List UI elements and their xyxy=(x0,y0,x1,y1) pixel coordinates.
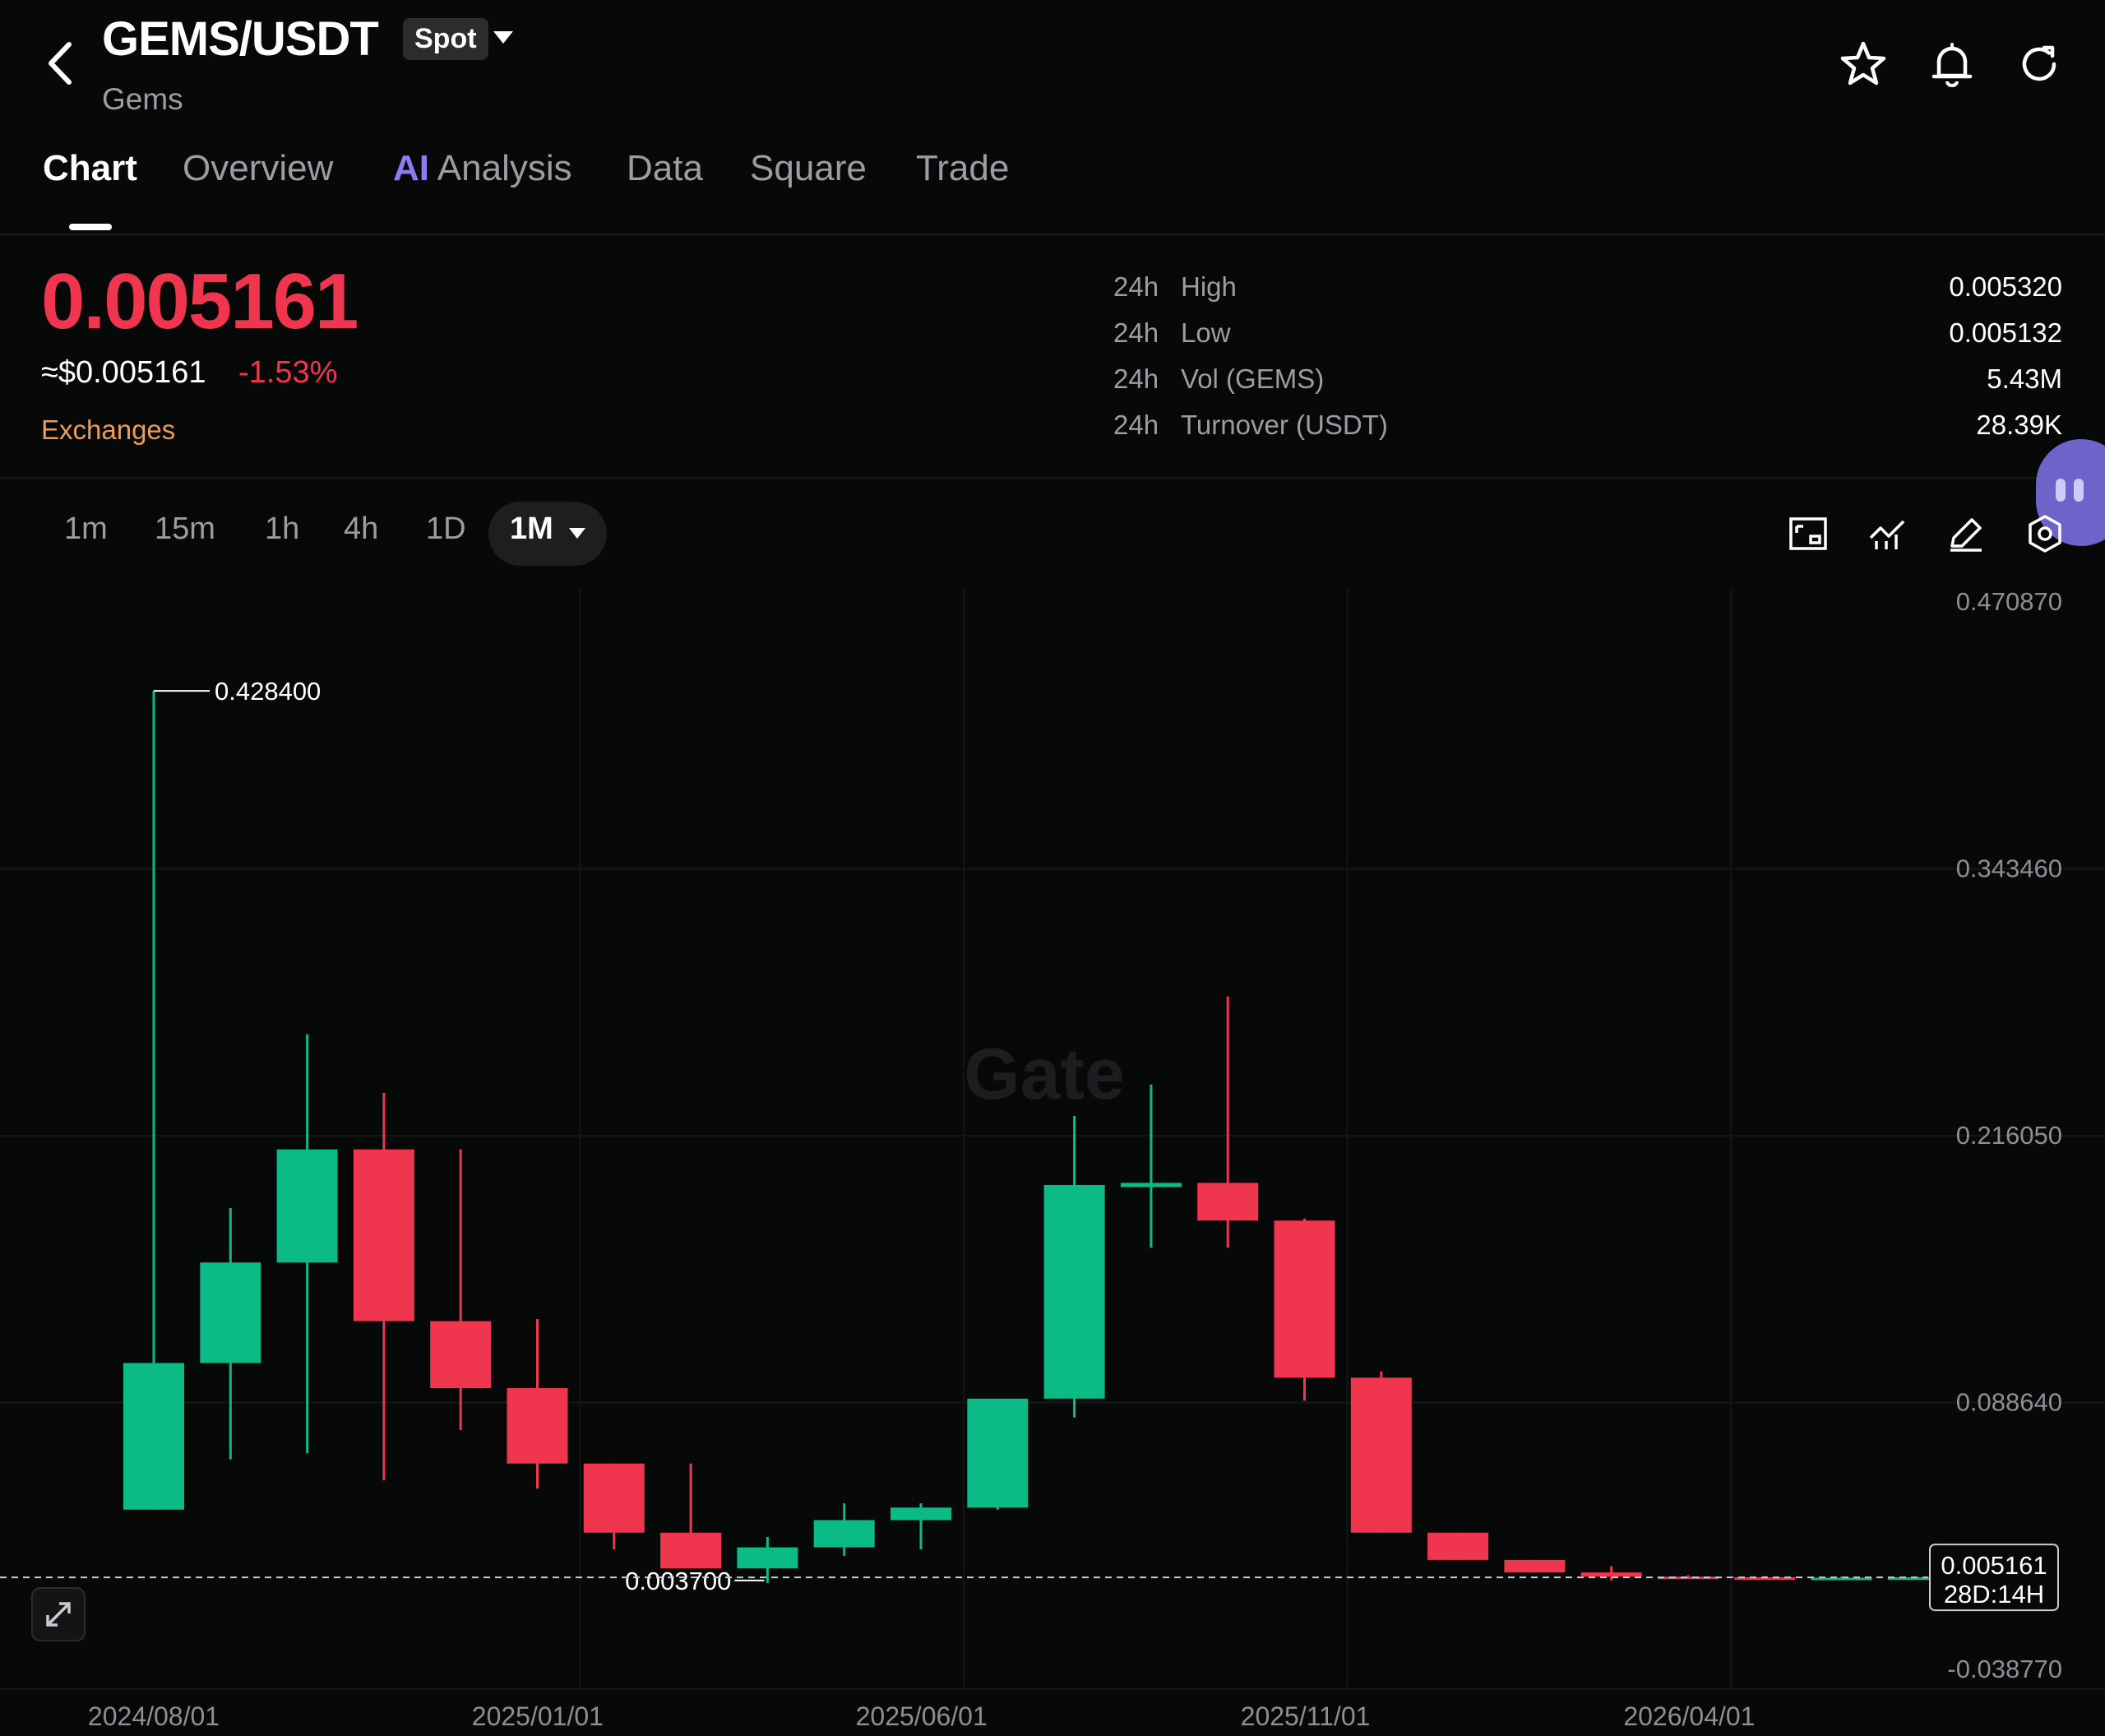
candle-body xyxy=(1504,1559,1566,1573)
tab-bar: Chart Overview AI Analysis Data Square T… xyxy=(0,148,2105,235)
candle-body xyxy=(967,1398,1029,1508)
candle-body xyxy=(583,1463,645,1533)
star-icon[interactable] xyxy=(1839,39,1888,89)
tab-data[interactable]: Data xyxy=(627,148,703,189)
y-tick-label: -0.038770 xyxy=(1947,1655,2062,1683)
tab-analysis-label: Analysis xyxy=(437,148,572,188)
stat-high-value: 0.005320 xyxy=(1949,271,2062,302)
y-tick-label: 0.343460 xyxy=(1956,854,2062,883)
stat-vol-value: 5.43M xyxy=(1987,363,2062,394)
watermark: Gate xyxy=(964,1033,1125,1114)
y-tick-label: 0.216050 xyxy=(1956,1121,2062,1150)
top-bar: GEMS/USDT Spot Gems xyxy=(0,0,2105,148)
divider xyxy=(0,477,2105,479)
timeframe-1d[interactable]: 1D xyxy=(426,512,466,547)
pair-subtitle: Gems xyxy=(102,82,183,116)
x-tick-label: 2026/04/01 xyxy=(1623,1701,1755,1731)
tab-overview[interactable]: Overview xyxy=(183,148,333,189)
back-icon[interactable] xyxy=(39,35,81,92)
active-tab-indicator xyxy=(69,224,112,230)
y-tick-label: 0.470870 xyxy=(1956,589,2062,616)
bell-icon[interactable] xyxy=(1927,39,1977,89)
candle-countdown: 28D:14H xyxy=(1944,1580,2044,1609)
candle-body xyxy=(813,1520,875,1548)
candle-body xyxy=(1274,1220,1335,1378)
indicators-icon[interactable] xyxy=(1867,513,1908,554)
fullscreen-icon[interactable] xyxy=(1788,513,1829,554)
max-price-label: 0.428400 xyxy=(215,677,321,706)
tab-trade[interactable]: Trade xyxy=(916,148,1009,189)
price-change: -1.53% xyxy=(238,355,338,390)
x-tick-label: 2025/06/01 xyxy=(856,1701,988,1731)
x-tick-label: 2025/11/01 xyxy=(1241,1701,1371,1731)
candle-body xyxy=(891,1507,951,1521)
candle-body xyxy=(1043,1184,1105,1399)
candle-body xyxy=(353,1149,414,1322)
candle-body xyxy=(507,1388,568,1464)
market-type-badge[interactable]: Spot xyxy=(403,18,488,60)
candle-body xyxy=(1427,1532,1489,1560)
last-price-axis-label: 0.005161 xyxy=(1941,1551,2047,1580)
candle-body xyxy=(660,1532,722,1569)
timeframe-1m[interactable]: 1m xyxy=(64,512,108,547)
settings-icon[interactable] xyxy=(2024,513,2066,554)
candle-body xyxy=(737,1547,798,1569)
price-chart[interactable]: Gate 0.428400 0.003700 0.005161 28D:14H 0.4… xyxy=(0,587,2105,1736)
expand-icon[interactable] xyxy=(31,1587,86,1641)
candlestick-chart[interactable]: Gate 0.428400 0.003700 0.00516128D:14H 0.4… xyxy=(0,587,2105,1732)
candle-body xyxy=(1350,1377,1412,1533)
stat-low-value: 0.005132 xyxy=(1949,317,2062,348)
y-tick-label: 0.088640 xyxy=(1956,1388,2062,1417)
candle-body xyxy=(276,1149,338,1263)
candle-body xyxy=(1580,1572,1642,1577)
stat-vol-label: 24h Vol (GEMS) xyxy=(1113,363,1325,394)
candle-body xyxy=(430,1321,492,1389)
chevron-down-icon[interactable] xyxy=(569,528,585,539)
candle-body xyxy=(1197,1183,1259,1221)
stat-high-label: 24h High xyxy=(1113,271,1237,302)
chevron-down-icon[interactable] xyxy=(493,31,513,44)
stat-turnover-label: 24h Turnover (USDT) xyxy=(1113,410,1388,440)
usd-price: ≈$0.005161 xyxy=(41,355,206,390)
candle-body xyxy=(200,1262,261,1363)
draw-icon[interactable] xyxy=(1945,513,1987,554)
timeframe-15m[interactable]: 15m xyxy=(155,512,215,547)
stat-low-label: 24h Low xyxy=(1113,317,1231,348)
candle-body xyxy=(123,1363,184,1510)
tab-analysis[interactable]: AI Analysis xyxy=(393,148,572,189)
pair-title[interactable]: GEMS/USDT xyxy=(102,12,379,67)
timeframe-selected-label: 1M xyxy=(510,512,553,546)
ai-icon: AI xyxy=(393,148,429,188)
last-price: 0.005161 xyxy=(41,257,359,345)
min-price-label: 0.003700 xyxy=(625,1567,731,1595)
x-tick-label: 2025/01/01 xyxy=(472,1701,604,1731)
tab-square[interactable]: Square xyxy=(750,148,867,189)
exchanges-link[interactable]: Exchanges xyxy=(41,414,175,446)
tab-chart[interactable]: Chart xyxy=(43,148,137,189)
refresh-icon[interactable] xyxy=(2015,39,2064,89)
stat-turnover-value: 28.39K xyxy=(1976,410,2062,440)
x-tick-label: 2024/08/01 xyxy=(88,1701,220,1731)
timeframe-4h[interactable]: 4h xyxy=(344,512,378,547)
candle-body xyxy=(1120,1183,1182,1187)
timeframe-1h[interactable]: 1h xyxy=(265,512,299,547)
